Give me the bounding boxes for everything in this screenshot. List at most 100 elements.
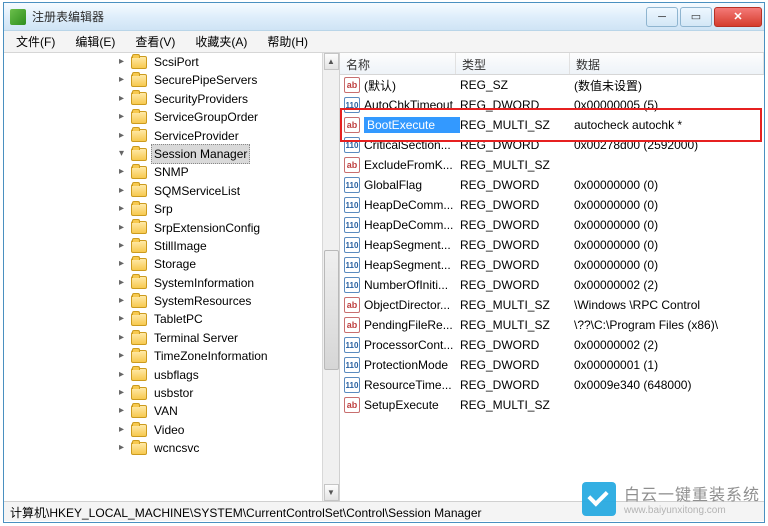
close-button[interactable]: ✕ (714, 7, 762, 27)
chevron-right-icon[interactable] (116, 388, 127, 399)
tree-item[interactable]: TimeZoneInformation (116, 347, 339, 365)
list-row[interactable]: 110GlobalFlagREG_DWORD0x00000000 (0) (340, 175, 764, 195)
value-name: ProcessorCont... (364, 338, 460, 352)
tree-item-label: ServiceProvider (151, 127, 242, 145)
tree-item-label: SNMP (151, 163, 192, 181)
chevron-right-icon[interactable] (116, 369, 127, 380)
menu-edit[interactable]: 编辑(E) (65, 31, 125, 52)
value-type: REG_DWORD (460, 358, 574, 372)
list-row[interactable]: 110ResourceTime...REG_DWORD0x0009e340 (6… (340, 375, 764, 395)
chevron-right-icon[interactable] (116, 185, 127, 196)
chevron-right-icon[interactable] (116, 406, 127, 417)
tree-item[interactable]: StillImage (116, 237, 339, 255)
tree-item[interactable]: TabletPC (116, 310, 339, 328)
chevron-right-icon[interactable] (116, 222, 127, 233)
list-row[interactable]: abSetupExecuteREG_MULTI_SZ (340, 395, 764, 415)
value-name: BootExecute (364, 117, 460, 133)
scroll-down-button[interactable]: ▼ (324, 484, 339, 501)
chevron-right-icon[interactable] (116, 241, 127, 252)
tree-item[interactable]: usbstor (116, 384, 339, 402)
list-row[interactable]: 110ProcessorCont...REG_DWORD0x00000002 (… (340, 335, 764, 355)
tree-item-label: SrpExtensionConfig (151, 219, 263, 237)
chevron-right-icon[interactable] (116, 93, 127, 104)
tree-item[interactable]: SNMP (116, 163, 339, 181)
list-row[interactable]: abObjectDirector...REG_MULTI_SZ\Windows … (340, 295, 764, 315)
list-row[interactable]: 110HeapDeComm...REG_DWORD0x00000000 (0) (340, 215, 764, 235)
col-name[interactable]: 名称 (340, 53, 456, 74)
col-type[interactable]: 类型 (456, 53, 570, 74)
list-row[interactable]: 110CriticalSection...REG_DWORD0x00278d00… (340, 135, 764, 155)
tree-item[interactable]: wcncsvc (116, 439, 339, 457)
binary-value-icon: 110 (344, 357, 360, 373)
value-type: REG_MULTI_SZ (460, 298, 574, 312)
scroll-thumb[interactable] (324, 250, 339, 370)
list-row[interactable]: 110HeapSegment...REG_DWORD0x00000000 (0) (340, 235, 764, 255)
scroll-up-button[interactable]: ▲ (324, 53, 339, 70)
chevron-right-icon[interactable] (116, 75, 127, 86)
folder-icon (131, 56, 147, 69)
maximize-button[interactable]: ▭ (680, 7, 712, 27)
tree-item[interactable]: SrpExtensionConfig (116, 219, 339, 237)
tree-item[interactable]: SystemResources (116, 292, 339, 310)
chevron-right-icon[interactable] (116, 130, 127, 141)
list-row[interactable]: 110AutoChkTimeoutREG_DWORD0x00000005 (5) (340, 95, 764, 115)
minimize-button[interactable]: ─ (646, 7, 678, 27)
list-row[interactable]: 110ProtectionModeREG_DWORD0x00000001 (1) (340, 355, 764, 375)
chevron-right-icon[interactable] (116, 425, 127, 436)
tree-item[interactable]: ScsiPort (116, 53, 339, 71)
chevron-right-icon[interactable] (116, 259, 127, 270)
binary-value-icon: 110 (344, 177, 360, 193)
value-type: REG_DWORD (460, 98, 574, 112)
list-row[interactable]: 110HeapSegment...REG_DWORD0x00000000 (0) (340, 255, 764, 275)
chevron-right-icon[interactable] (116, 351, 127, 362)
list-row[interactable]: 110HeapDeComm...REG_DWORD0x00000000 (0) (340, 195, 764, 215)
window-buttons: ─ ▭ ✕ (644, 7, 762, 27)
menu-file[interactable]: 文件(F) (6, 31, 65, 52)
chevron-right-icon[interactable] (116, 57, 127, 68)
chevron-right-icon[interactable] (116, 112, 127, 123)
folder-icon (131, 368, 147, 381)
menu-favorites[interactable]: 收藏夹(A) (185, 31, 257, 52)
scroll-track[interactable] (324, 70, 339, 484)
tree-item[interactable]: Srp (116, 200, 339, 218)
list-row[interactable]: 110NumberOfIniti...REG_DWORD0x00000002 (… (340, 275, 764, 295)
tree-item[interactable]: ServiceGroupOrder (116, 108, 339, 126)
tree-item-label: TabletPC (151, 310, 206, 328)
tree-scrollbar[interactable]: ▲ ▼ (322, 53, 339, 501)
tree-item[interactable]: SecurePipeServers (116, 71, 339, 89)
tree-item[interactable]: Video (116, 421, 339, 439)
chevron-down-icon[interactable] (116, 149, 127, 160)
chevron-right-icon[interactable] (116, 296, 127, 307)
list-row[interactable]: ab(默认)REG_SZ(数值未设置) (340, 75, 764, 95)
tree-item[interactable]: Storage (116, 255, 339, 273)
value-type: REG_MULTI_SZ (460, 398, 574, 412)
chevron-right-icon[interactable] (116, 314, 127, 325)
value-data: 0x00000002 (2) (574, 278, 764, 292)
chevron-right-icon[interactable] (116, 443, 127, 454)
value-type: REG_DWORD (460, 338, 574, 352)
menu-view[interactable]: 查看(V) (125, 31, 185, 52)
list-row[interactable]: abPendingFileRe...REG_MULTI_SZ\??\C:\Pro… (340, 315, 764, 335)
menu-help[interactable]: 帮助(H) (257, 31, 318, 52)
tree-item[interactable]: usbflags (116, 366, 339, 384)
tree-item[interactable]: Session Manager (116, 145, 339, 163)
chevron-right-icon[interactable] (116, 167, 127, 178)
tree-item[interactable]: SystemInformation (116, 274, 339, 292)
tree-item[interactable]: VAN (116, 402, 339, 420)
list-row[interactable]: abExcludeFromK...REG_MULTI_SZ (340, 155, 764, 175)
chevron-right-icon[interactable] (116, 277, 127, 288)
tree-item[interactable]: Terminal Server (116, 329, 339, 347)
tree-item[interactable]: SQMServiceList (116, 182, 339, 200)
folder-icon (131, 405, 147, 418)
list-row[interactable]: abBootExecuteREG_MULTI_SZautocheck autoc… (340, 115, 764, 135)
tree-item[interactable]: SecurityProviders (116, 90, 339, 108)
chevron-right-icon[interactable] (116, 204, 127, 215)
chevron-right-icon[interactable] (116, 333, 127, 344)
titlebar[interactable]: 注册表编辑器 ─ ▭ ✕ (4, 3, 764, 31)
binary-value-icon: 110 (344, 237, 360, 253)
col-data[interactable]: 数据 (570, 53, 764, 74)
tree-item[interactable]: ServiceProvider (116, 127, 339, 145)
string-value-icon: ab (344, 77, 360, 93)
tree-pane: ScsiPortSecurePipeServersSecurityProvide… (4, 53, 340, 501)
value-type: REG_DWORD (460, 258, 574, 272)
